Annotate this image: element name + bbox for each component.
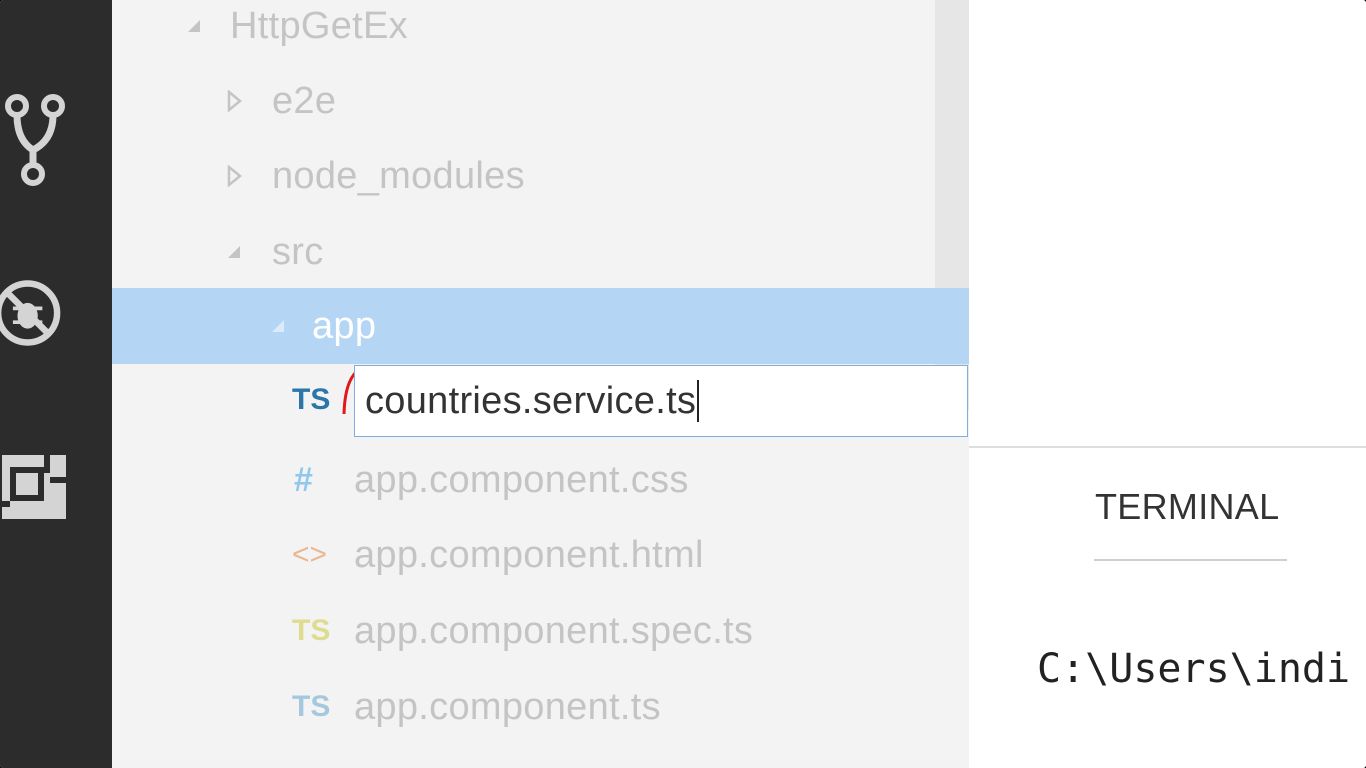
- bottom-panel: TERMINAL C:\Users\indi: [969, 448, 1366, 768]
- editor-area[interactable]: [969, 0, 1366, 448]
- rename-input-value: countries.service.ts: [365, 379, 697, 422]
- tree-item-label: app.component.spec.ts: [354, 609, 754, 652]
- tree-item-label: app.component.css: [354, 458, 689, 501]
- typescript-spec-file-icon: TS: [292, 614, 331, 647]
- tree-item-label: e2e: [272, 79, 337, 122]
- chevron-down-icon[interactable]: [224, 242, 244, 262]
- css-file-icon: #: [294, 460, 313, 499]
- tree-item-app[interactable]: app: [112, 288, 969, 364]
- rename-input[interactable]: countries.service.ts: [354, 365, 968, 437]
- tree-item-file[interactable]: # app.component.css: [112, 442, 969, 518]
- tree-item-src[interactable]: src: [112, 214, 969, 290]
- html-file-icon: <>: [292, 538, 328, 571]
- vscode-window: HttpGetEx e2e node_modules src app TS co…: [0, 0, 1366, 768]
- explorer-panel: HttpGetEx e2e node_modules src app TS co…: [112, 0, 969, 768]
- source-control-icon[interactable]: [0, 90, 70, 190]
- tree-item-httpgetex[interactable]: HttpGetEx: [112, 0, 969, 64]
- text-caret: [697, 380, 700, 422]
- extensions-icon[interactable]: [0, 438, 70, 538]
- typescript-file-icon: TS: [292, 690, 331, 723]
- active-tab-indicator: [1094, 559, 1287, 561]
- tab-terminal[interactable]: TERMINAL: [1095, 486, 1279, 528]
- tree-item-file[interactable]: TS app.component.ts: [112, 669, 969, 745]
- tree-item-label: node_modules: [272, 154, 525, 197]
- terminal-prompt[interactable]: C:\Users\indi: [1037, 646, 1350, 692]
- tree-item-e2e[interactable]: e2e: [112, 63, 969, 139]
- tree-item-label: HttpGetEx: [230, 4, 408, 47]
- tree-item-label: app.component.ts: [354, 685, 661, 728]
- typescript-file-icon: TS: [292, 383, 331, 416]
- chevron-right-icon[interactable]: [224, 165, 244, 187]
- chevron-down-icon[interactable]: [184, 16, 204, 36]
- activity-bar: [0, 0, 112, 768]
- tree-item-file[interactable]: <> app.component.html: [112, 517, 969, 593]
- debug-icon[interactable]: [0, 263, 70, 363]
- tree-item-label: app.component.html: [354, 533, 704, 576]
- chevron-right-icon[interactable]: [224, 90, 244, 112]
- tree-item-label: src: [272, 230, 324, 273]
- tree-item-file[interactable]: TS app.component.spec.ts: [112, 593, 969, 669]
- tree-item-label: app: [312, 304, 377, 347]
- tree-item-node-modules[interactable]: node_modules: [112, 138, 969, 214]
- chevron-down-icon[interactable]: [268, 316, 288, 336]
